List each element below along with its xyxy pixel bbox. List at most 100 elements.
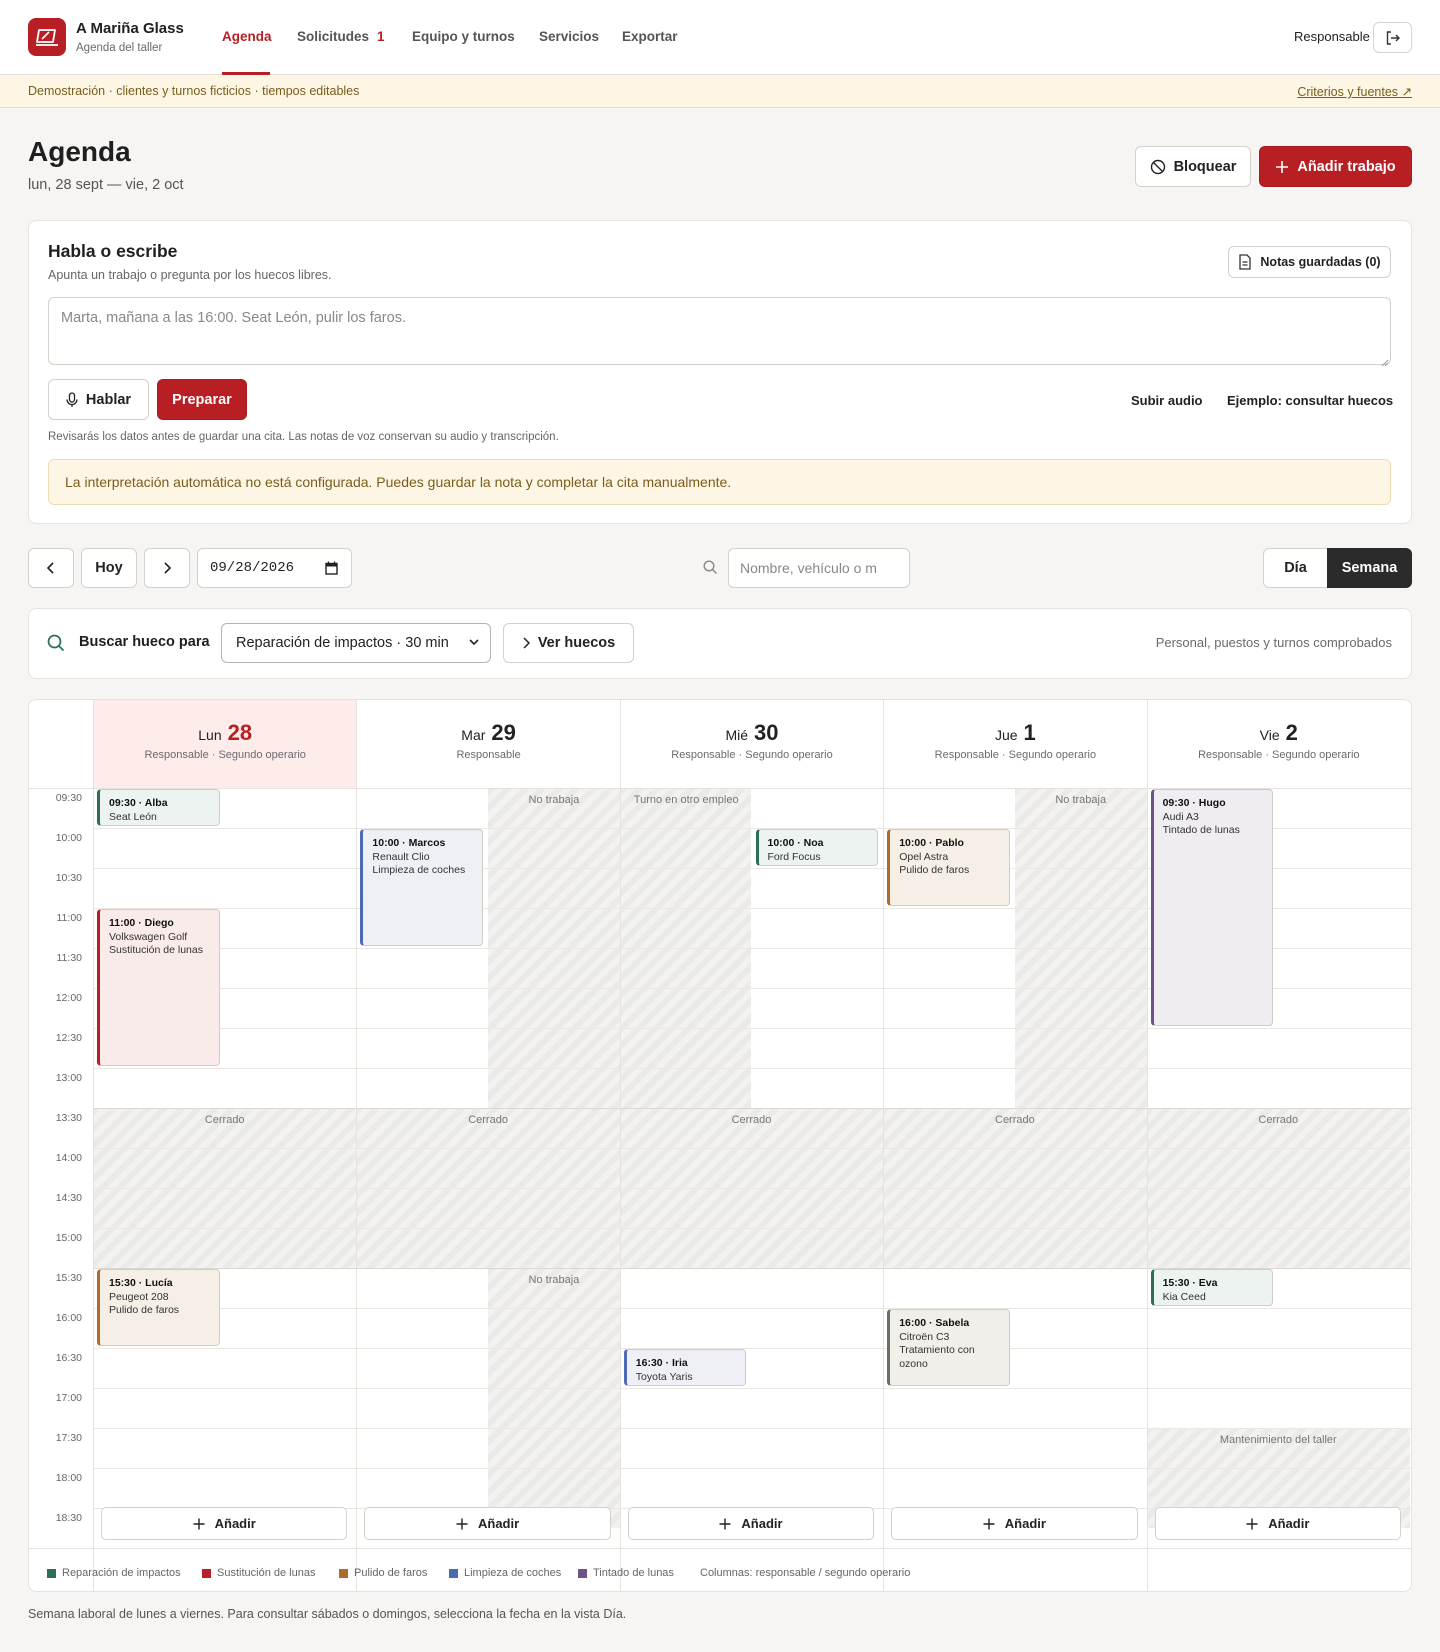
appointment-vehicle: Volkswagen Golf (109, 930, 188, 943)
appointment-card[interactable]: 11:00 · Diego Volkswagen Golf Sustitución … (97, 909, 220, 1066)
day-staff: Responsable · Segundo operario (671, 749, 833, 761)
nav-equipo[interactable]: Equipo y turnos (412, 29, 515, 44)
appointment-service: Pulido de faros (109, 1304, 180, 1316)
day-header[interactable]: Jue 1 Responsable · Segundo operario (883, 700, 1146, 788)
day-number: 2 (1285, 720, 1298, 745)
time-label: 11:00 (56, 912, 83, 924)
grid-line (93, 1388, 1411, 1389)
add-appointment-button[interactable]: Añadir (101, 1507, 348, 1540)
day-header[interactable]: Vie 2 Responsable · Segundo operario (1146, 700, 1410, 788)
nav-agenda[interactable]: Agenda (222, 29, 272, 44)
criteria-link[interactable]: Criterios y fuentes ↗ (1297, 84, 1412, 99)
app-name: A Mariña Glass (76, 20, 184, 37)
prepare-button[interactable]: Preparar (157, 379, 247, 420)
nav-solicitudes[interactable]: Solicitudes 1 (297, 29, 385, 44)
speak-button[interactable]: Hablar (48, 379, 149, 420)
appointment-vehicle: Renault Clio (372, 850, 430, 863)
appointment-card[interactable]: 16:30 · Iria Toyota Yaris (623, 1349, 747, 1386)
add-appointment-label: Añadir (214, 1516, 256, 1531)
grid-line (93, 1428, 1411, 1429)
plus-icon (719, 1518, 731, 1529)
block-button-label: Bloquear (1173, 158, 1237, 175)
add-appointment-button[interactable]: Añadir (364, 1507, 611, 1540)
day-number: 30 (754, 720, 779, 745)
nav-servicios[interactable]: Servicios (539, 29, 599, 44)
today-button[interactable]: Hoy (81, 548, 137, 588)
example-slots-button[interactable]: Ejemplo: consultar huecos (1227, 393, 1393, 408)
glass-icon (36, 29, 58, 46)
appointment-card[interactable]: 15:30 · Lucía Peugeot 208 Pulido de faros (97, 1269, 220, 1346)
legend-columns-note: Columnas: responsable / segundo operario (700, 1567, 911, 1579)
nav-exportar[interactable]: Exportar (622, 29, 678, 44)
time-label: 17:30 (55, 1432, 82, 1444)
search-input[interactable]: Nombre, vehículo o m (728, 548, 910, 588)
saved-notes-label: Notas guardadas (0) (1260, 255, 1381, 269)
slot-search-note: Personal, puestos y turnos comprobados (1155, 635, 1392, 650)
grid-line (93, 1108, 1411, 1109)
appointment-card[interactable]: 10:00 · Pablo Opel Astra Pulido de faros (887, 829, 1010, 906)
saved-notes-button[interactable]: Notas guardadas (0) (1228, 246, 1391, 278)
appointment-card[interactable]: 10:00 · Marcos Renault Clio Limpieza de co… (360, 829, 484, 946)
legend-swatch (449, 1568, 458, 1578)
next-week-button[interactable] (144, 548, 190, 588)
time-label: 14:00 (55, 1152, 82, 1164)
appointment-service: Pulido de faros (899, 864, 970, 876)
slot-search-label: Buscar hueco para (79, 634, 210, 650)
chevron-left-icon (46, 562, 54, 574)
add-appointment-button[interactable]: Añadir (891, 1507, 1138, 1540)
upload-audio-button[interactable]: Subir audio (1131, 393, 1203, 408)
view-week-button[interactable]: Semana (1327, 548, 1412, 588)
prev-week-button[interactable] (28, 548, 74, 588)
block-button[interactable]: Bloquear (1135, 146, 1251, 187)
textarea-resize-handle[interactable] (1381, 355, 1389, 370)
day-staff: Responsable · Segundo operario (144, 749, 306, 761)
time-label: 18:30 (55, 1512, 82, 1524)
legend: Reparación de impactos Sustitución de lun… (29, 1548, 1411, 1591)
add-appointment-button[interactable]: Añadir (627, 1507, 875, 1540)
appointment-service: Sustitución de lunas (109, 944, 203, 956)
appointment-card[interactable]: 15:30 · Eva Kia Ceed (1150, 1269, 1274, 1306)
microphone-icon (66, 391, 78, 407)
logo (28, 18, 66, 56)
appointment-title: 09:30 · Alba (109, 797, 168, 809)
add-job-button[interactable]: Añadir trabajo (1259, 146, 1412, 187)
appointment-vehicle: Peugeot 208 (109, 1290, 169, 1303)
plus-icon (193, 1518, 205, 1529)
add-appointment-button[interactable]: Añadir (1154, 1507, 1401, 1540)
user-role: Responsable (1294, 29, 1370, 44)
time-label: 12:30 (55, 1032, 82, 1044)
day-weekday: Lun (198, 727, 222, 743)
day-divider (1146, 788, 1148, 1591)
appointment-title: 09:30 · Hugo (1162, 797, 1226, 809)
day-header[interactable]: Mar 29 Responsable (356, 700, 619, 788)
voice-card-subtitle: Apunta un trabajo o pregunta por los hue… (48, 268, 332, 282)
service-select[interactable]: Reparación de impactos · 30 min (221, 623, 491, 663)
see-slots-button[interactable]: Ver huecos (503, 623, 634, 663)
logout-button[interactable] (1373, 22, 1412, 53)
appointment-card[interactable]: 09:30 · Hugo Audi A3 Tintado de lunas (1150, 789, 1274, 1026)
time-label: 10:30 (55, 872, 82, 884)
note-textarea[interactable]: Marta, mañana a las 16:00. Seat León, pu… (48, 297, 1391, 365)
unavailable-label: No trabaja (528, 794, 580, 806)
add-appointment-label: Añadir (741, 1516, 783, 1531)
day-staff: Responsable · Segundo operario (934, 749, 1097, 761)
calendar-icon[interactable] (325, 561, 338, 575)
day-header[interactable]: Mié 30 Responsable · Segundo operario (619, 700, 883, 788)
date-picker[interactable]: 09/28/2026 (197, 548, 352, 588)
slot-search-icon (47, 634, 65, 655)
date-range: lun, 28 sept — vie, 2 oct (28, 177, 184, 193)
view-day-button[interactable]: Día (1263, 548, 1327, 588)
legend-item: Limpieza de coches (449, 1567, 561, 1579)
legend-swatch (47, 1568, 56, 1578)
solicitudes-count-badge: 1 (377, 29, 385, 44)
appointment-vehicle: Opel Astra (899, 850, 949, 863)
day-header[interactable]: Lun 28 Responsable · Segundo operario (93, 700, 357, 788)
legend-label: Reparación de impactos (62, 1567, 181, 1579)
day-title: Lun 28 (94, 720, 356, 746)
appointment-card[interactable]: 10:00 · Noa Ford Focus (755, 829, 879, 866)
appointment-card[interactable]: 16:00 · Sabela Citroën C3 Tratamiento con … (887, 1309, 1010, 1386)
legend-label: Sustitución de lunas (217, 1567, 316, 1579)
legend-item: Pulido de faros (339, 1567, 427, 1579)
appointment-card[interactable]: 09:30 · Alba Seat León (97, 789, 220, 826)
service-select-value: Reparación de impactos · 30 min (236, 635, 449, 651)
